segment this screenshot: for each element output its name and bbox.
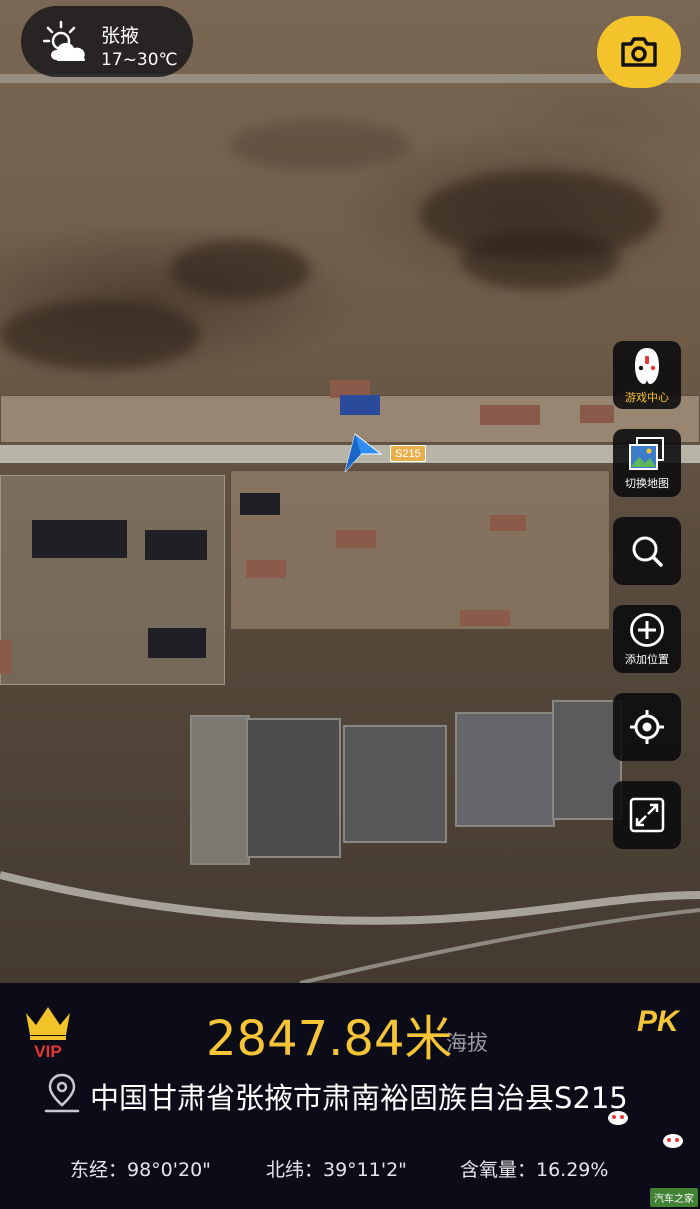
crosshair-icon: [630, 710, 664, 744]
satellite-map[interactable]: S215 张掖 17~30℃ 游戏中心 切换地图 添加位置: [0, 0, 700, 983]
altitude-value: 2847.84米: [206, 1011, 453, 1067]
switch-map-label: 切换地图: [625, 476, 669, 490]
switch-map-button[interactable]: 切换地图: [613, 429, 681, 497]
add-location-button[interactable]: 添加位置: [613, 605, 681, 673]
plus-circle-icon: [630, 612, 664, 647]
info-panel: VIP 2847.84米 海拔 PK 中国甘肃省张掖市肃南裕固族自治县S215 …: [0, 983, 700, 1209]
mascot-icon: [663, 1134, 683, 1148]
weather-temperature: 17~30℃: [101, 50, 178, 70]
road-label: S215: [390, 445, 426, 462]
camera-icon: [621, 37, 657, 67]
vip-label: VIP: [34, 1042, 61, 1059]
mascot-icon: [608, 1111, 628, 1125]
game-center-label: 游戏中心: [625, 390, 669, 404]
game-controller-icon: [635, 347, 659, 384]
game-center-button[interactable]: 游戏中心: [613, 341, 681, 409]
pk-button[interactable]: PK: [637, 1005, 679, 1039]
latitude: 北纬：39°11'2": [266, 1159, 407, 1181]
fullscreen-button[interactable]: [613, 781, 681, 849]
altitude-label: 海拔: [446, 1031, 488, 1055]
search-icon: [632, 536, 663, 567]
camera-button[interactable]: [597, 16, 681, 88]
locate-me-button[interactable]: [613, 693, 681, 761]
oxygen-level: 含氧量：16.29%: [460, 1159, 609, 1181]
watermark: 汽车之家: [650, 1188, 698, 1207]
location-address: 中国甘肃省张掖市肃南裕固族自治县S215: [90, 1081, 628, 1115]
road: [0, 871, 700, 983]
navigation-arrow-icon: [344, 433, 383, 473]
longitude: 东经：98°0'20": [70, 1159, 211, 1181]
map-layers-icon: [629, 436, 664, 470]
add-location-label: 添加位置: [625, 652, 669, 666]
location-pin-icon: [44, 1073, 80, 1113]
vip-crown-icon[interactable]: VIP: [22, 1003, 74, 1059]
weather-widget[interactable]: 张掖 17~30℃: [21, 6, 193, 77]
expand-icon: [629, 797, 665, 833]
weather-city: 张掖: [101, 25, 140, 47]
search-button[interactable]: [613, 517, 681, 585]
partly-cloudy-icon: [43, 20, 86, 61]
